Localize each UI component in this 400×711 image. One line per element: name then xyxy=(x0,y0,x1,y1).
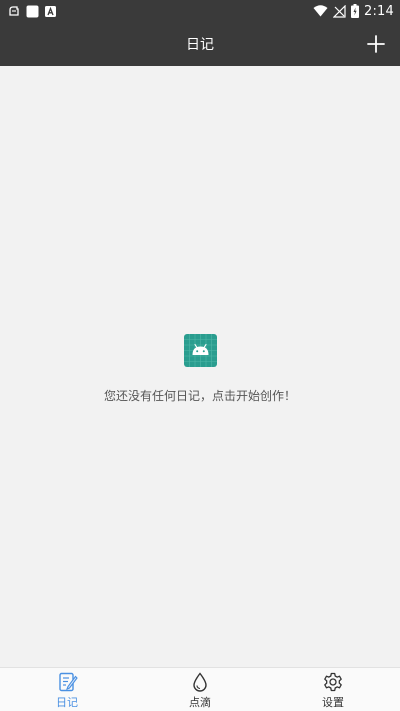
android-app-icon xyxy=(183,334,217,367)
nav-item-settings[interactable]: 设置 xyxy=(293,671,373,711)
empty-message: 您还没有任何日记，点击开始创作！ xyxy=(103,389,296,403)
nav-label-moments: 点滴 xyxy=(189,696,211,709)
diary-icon xyxy=(59,672,78,692)
wifi-icon xyxy=(313,5,328,17)
battery-icon xyxy=(351,4,359,18)
add-diary-button[interactable] xyxy=(364,32,388,56)
status-bar: 2:14 xyxy=(0,0,400,22)
nav-item-moments[interactable]: 点滴 xyxy=(160,671,240,711)
nav-item-diary[interactable]: 日记 xyxy=(27,671,107,711)
status-time: 2:14 xyxy=(364,3,394,19)
status-left-icons xyxy=(8,3,56,19)
gear-icon xyxy=(324,672,342,692)
status-right-icons: 2:14 xyxy=(313,3,394,19)
notification-icon xyxy=(9,6,19,16)
app-bar: 日记 xyxy=(0,22,400,66)
signal-icon xyxy=(333,4,346,18)
a-icon xyxy=(45,5,56,17)
bottom-nav: 日记 点滴 设置 xyxy=(0,667,400,711)
nav-label-diary: 日记 xyxy=(56,696,78,709)
square-icon xyxy=(26,5,39,17)
empty-state: 您还没有任何日记，点击开始创作！ xyxy=(0,334,400,404)
plus-icon xyxy=(367,35,385,53)
main-content: 您还没有任何日记，点击开始创作！ xyxy=(0,66,400,668)
drop-icon xyxy=(193,672,207,692)
page-title: 日记 xyxy=(186,37,214,53)
nav-label-settings: 设置 xyxy=(322,696,344,709)
